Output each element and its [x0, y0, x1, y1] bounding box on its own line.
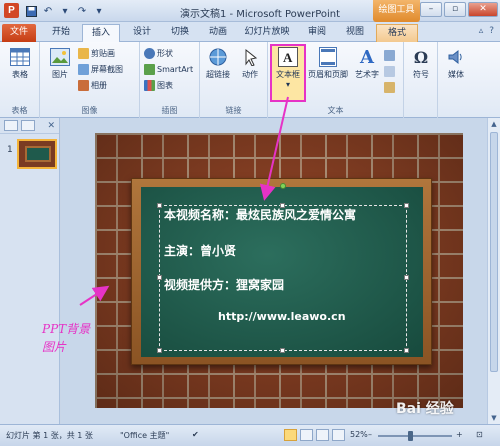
zoom-level[interactable]: 52%: [350, 430, 368, 439]
slide-count-status: 幻灯片 第 1 张，共 1 张: [6, 431, 93, 440]
ppt-background-annotation: PPT背景图片: [42, 322, 91, 354]
slideshow-view-button[interactable]: [332, 429, 345, 441]
fit-slide-icon[interactable]: ⊡: [476, 430, 483, 439]
zoom-slider-thumb[interactable]: [408, 431, 413, 441]
background-pointer-arrow: [79, 285, 110, 306]
annotation-arrows: [79, 96, 289, 306]
spellcheck-icon[interactable]: ✔: [192, 430, 199, 439]
textbox-pointer-arrow: [259, 96, 289, 201]
reading-view-button[interactable]: [316, 429, 329, 441]
zoom-slider[interactable]: [378, 431, 452, 441]
theme-status[interactable]: "Office 主题": [120, 430, 169, 441]
baidu-watermark: Bai 经验: [396, 401, 454, 417]
zoom-in-icon[interactable]: +: [456, 430, 463, 439]
zoom-out-icon[interactable]: –: [368, 430, 372, 439]
slide-sorter-button[interactable]: [300, 429, 313, 441]
status-bar: 幻灯片 第 1 张，共 1 张 "Office 主题" ✔ 52% – + ⊡: [0, 424, 500, 446]
normal-view-button[interactable]: [284, 429, 297, 441]
